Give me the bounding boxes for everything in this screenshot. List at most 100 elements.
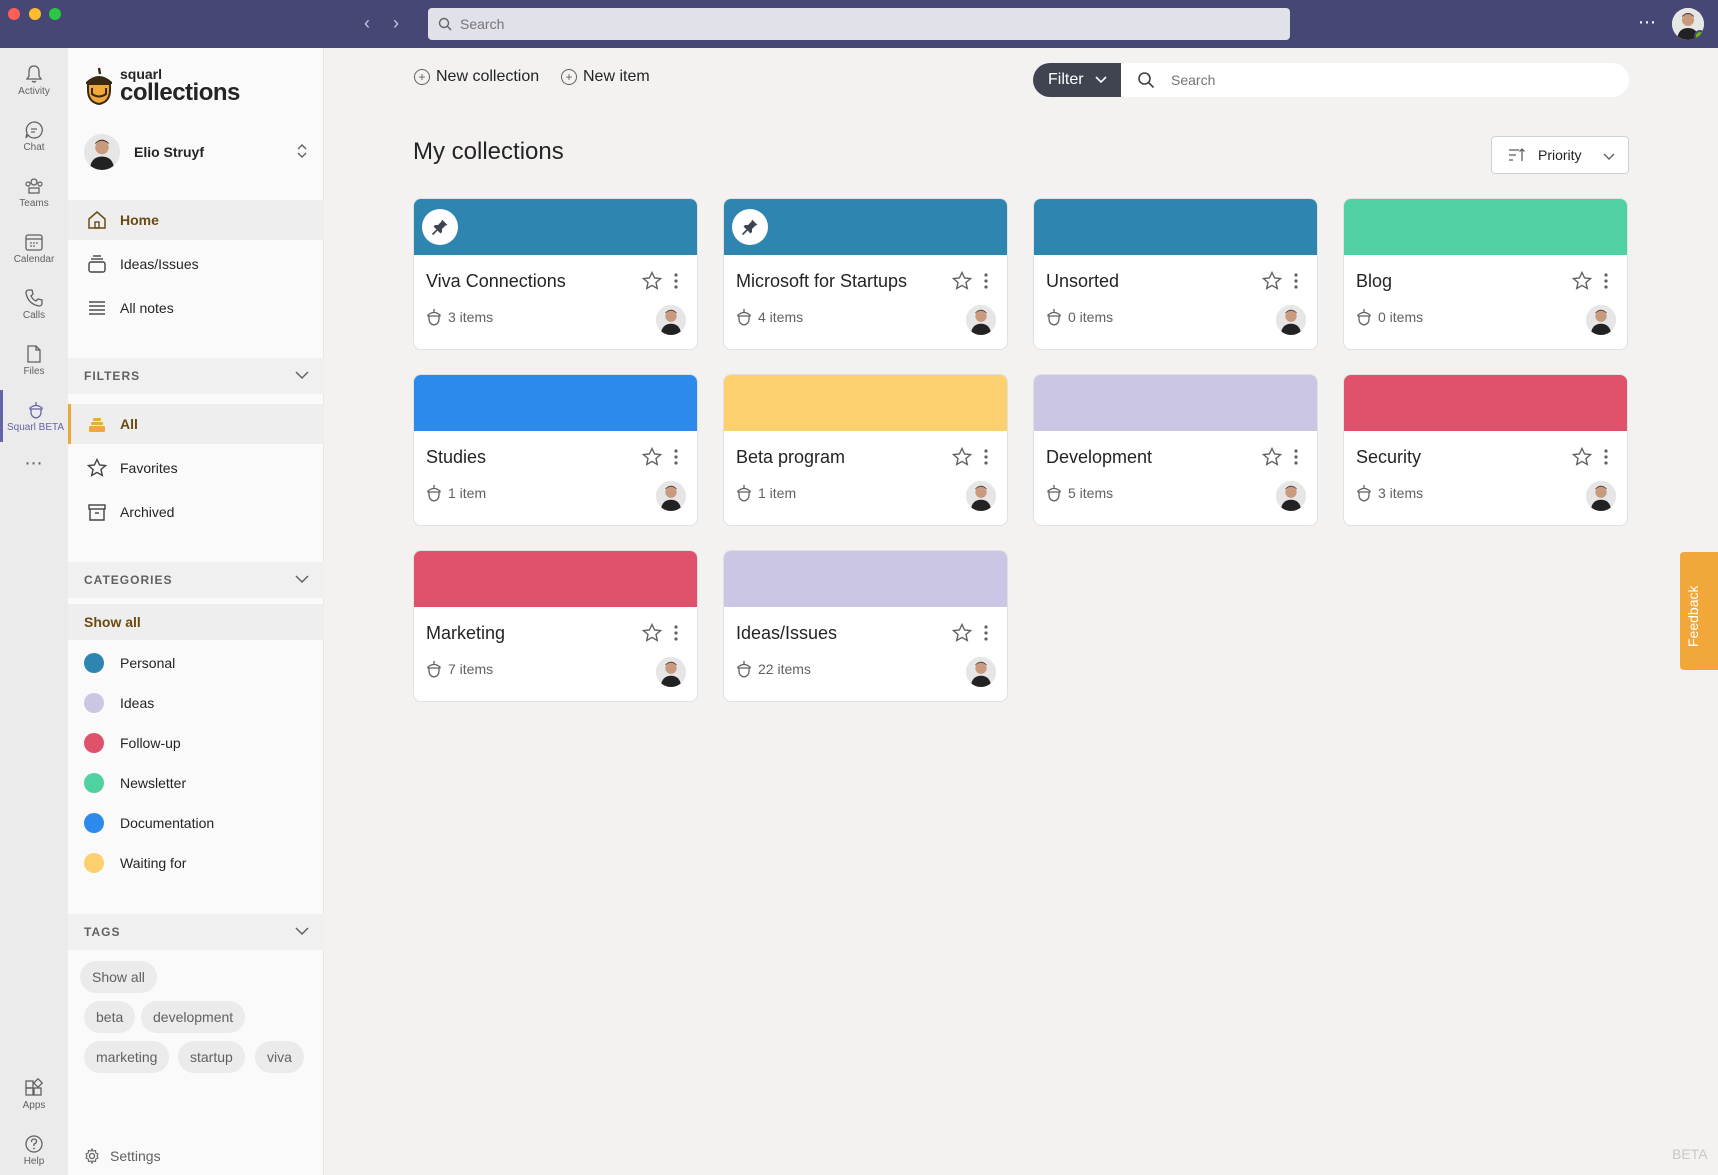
category-item-documentation[interactable]: Documentation: [68, 805, 324, 841]
rail-item-help[interactable]: Help: [0, 1124, 68, 1175]
gear-icon: [85, 1148, 99, 1164]
rail-item-calendar[interactable]: Calendar: [0, 222, 68, 274]
pin-icon[interactable]: [732, 209, 768, 245]
favorite-star-icon[interactable]: [952, 623, 972, 643]
more-vertical-icon[interactable]: [1292, 447, 1300, 467]
rail-item-calls[interactable]: Calls: [0, 278, 68, 330]
more-options-icon[interactable]: ⋯: [1638, 12, 1657, 33]
filter-item-all[interactable]: All: [68, 404, 324, 444]
tag-viva[interactable]: viva: [255, 1041, 304, 1073]
settings-link[interactable]: Settings: [84, 1148, 161, 1164]
collection-card[interactable]: Beta program 1 item: [723, 374, 1008, 526]
rail-item-apps[interactable]: Apps: [0, 1068, 68, 1120]
tag-startup[interactable]: startup: [178, 1041, 245, 1073]
top-search-input[interactable]: [460, 16, 1260, 32]
close-window-button[interactable]: [8, 8, 20, 20]
chevron-down-icon: [1603, 153, 1615, 160]
rail-label: Apps: [22, 1100, 46, 1111]
category-item-follow-up[interactable]: Follow-up: [68, 725, 324, 761]
collection-search-bar[interactable]: [1121, 63, 1629, 97]
nav-item-home[interactable]: Home: [68, 200, 324, 240]
rail-item-files[interactable]: Files: [0, 334, 68, 386]
nav-item-all-notes[interactable]: All notes: [68, 288, 324, 328]
favorite-star-icon[interactable]: [952, 271, 972, 291]
filter-dropdown-button[interactable]: Filter: [1033, 63, 1121, 97]
owner-avatar: [1586, 481, 1616, 511]
collection-card[interactable]: Unsorted 0 items: [1033, 198, 1318, 350]
app-logo[interactable]: squarl collections: [84, 64, 240, 108]
favorite-star-icon[interactable]: [1572, 271, 1592, 291]
tag-development[interactable]: development: [141, 1001, 246, 1033]
more-vertical-icon[interactable]: [672, 271, 680, 291]
back-arrow-icon[interactable]: ‹: [356, 12, 378, 34]
favorite-star-icon[interactable]: [642, 271, 662, 291]
collection-card[interactable]: Studies 1 item: [413, 374, 698, 526]
filter-item-archived[interactable]: Archived: [68, 492, 324, 532]
favorite-star-icon[interactable]: [642, 623, 662, 643]
more-vertical-icon[interactable]: [1602, 271, 1610, 291]
collection-card[interactable]: Development 5 items: [1033, 374, 1318, 526]
categories-section-header[interactable]: CATEGORIES: [68, 562, 324, 598]
section-title: FILTERS: [84, 369, 141, 383]
collection-card[interactable]: Security 3 items: [1343, 374, 1628, 526]
collection-search-input[interactable]: [1171, 72, 1611, 88]
more-vertical-icon[interactable]: [1292, 271, 1300, 291]
collection-card[interactable]: Blog 0 items: [1343, 198, 1628, 350]
more-vertical-icon[interactable]: [672, 623, 680, 643]
file-icon: [27, 345, 41, 363]
category-item-ideas[interactable]: Ideas: [68, 685, 324, 721]
user-switcher[interactable]: Elio Struyf: [84, 130, 308, 174]
rail-item-squarl[interactable]: Squarl BETA: [0, 390, 68, 442]
collection-card[interactable]: Marketing 7 items: [413, 550, 698, 702]
acorn-icon: [737, 485, 751, 502]
item-count: 1 item: [736, 484, 796, 502]
minimize-window-button[interactable]: [29, 8, 41, 20]
top-search-bar[interactable]: [428, 8, 1290, 40]
beta-watermark: BETA: [1672, 1146, 1708, 1162]
favorite-star-icon[interactable]: [1262, 271, 1282, 291]
nav-item-ideas-issues[interactable]: Ideas/Issues: [68, 244, 324, 284]
filter-label: Filter: [1048, 71, 1084, 88]
feedback-tab[interactable]: Feedback: [1680, 552, 1718, 670]
collection-card[interactable]: Microsoft for Startups 4 items: [723, 198, 1008, 350]
rail-item-activity[interactable]: Activity: [0, 54, 68, 106]
teams-icon: [25, 178, 43, 194]
collection-card[interactable]: Viva Connections 3 items: [413, 198, 698, 350]
tag-show-all[interactable]: Show all: [80, 961, 157, 993]
more-vertical-icon[interactable]: [982, 447, 990, 467]
rail-more-icon[interactable]: ⋯: [0, 448, 68, 478]
favorite-star-icon[interactable]: [1572, 447, 1592, 467]
rail-item-teams[interactable]: Teams: [0, 166, 68, 218]
card-banner: [1344, 199, 1627, 255]
maximize-window-button[interactable]: [49, 8, 61, 20]
favorite-star-icon[interactable]: [642, 447, 662, 467]
categories-show-all[interactable]: Show all: [68, 604, 324, 640]
owner-avatar: [656, 305, 686, 335]
category-item-personal[interactable]: Personal: [68, 645, 324, 681]
profile-avatar[interactable]: [1672, 8, 1704, 40]
home-icon: [86, 209, 108, 231]
filter-item-favorites[interactable]: Favorites: [68, 448, 324, 488]
filters-section-header[interactable]: FILTERS: [68, 358, 324, 394]
sort-dropdown-button[interactable]: Priority: [1491, 136, 1629, 174]
tag-marketing[interactable]: marketing: [84, 1041, 170, 1073]
new-collection-button[interactable]: + New collection: [414, 68, 539, 86]
more-vertical-icon[interactable]: [672, 447, 680, 467]
section-title: CATEGORIES: [84, 573, 173, 587]
favorite-star-icon[interactable]: [1262, 447, 1282, 467]
collection-card[interactable]: Ideas/Issues 22 items: [723, 550, 1008, 702]
list-icon: [86, 297, 108, 319]
category-item-waiting-for[interactable]: Waiting for: [68, 845, 324, 881]
more-vertical-icon[interactable]: [1602, 447, 1610, 467]
forward-arrow-icon[interactable]: ›: [385, 12, 407, 34]
category-item-newsletter[interactable]: Newsletter: [68, 765, 324, 801]
more-vertical-icon[interactable]: [982, 623, 990, 643]
more-vertical-icon[interactable]: [982, 271, 990, 291]
tag-beta[interactable]: beta: [84, 1001, 136, 1033]
new-item-button[interactable]: + New item: [561, 68, 650, 86]
rail-item-chat[interactable]: Chat: [0, 110, 68, 162]
tags-section-header[interactable]: TAGS: [68, 914, 324, 950]
pin-icon[interactable]: [422, 209, 458, 245]
card-title: Security: [1356, 447, 1422, 467]
favorite-star-icon[interactable]: [952, 447, 972, 467]
